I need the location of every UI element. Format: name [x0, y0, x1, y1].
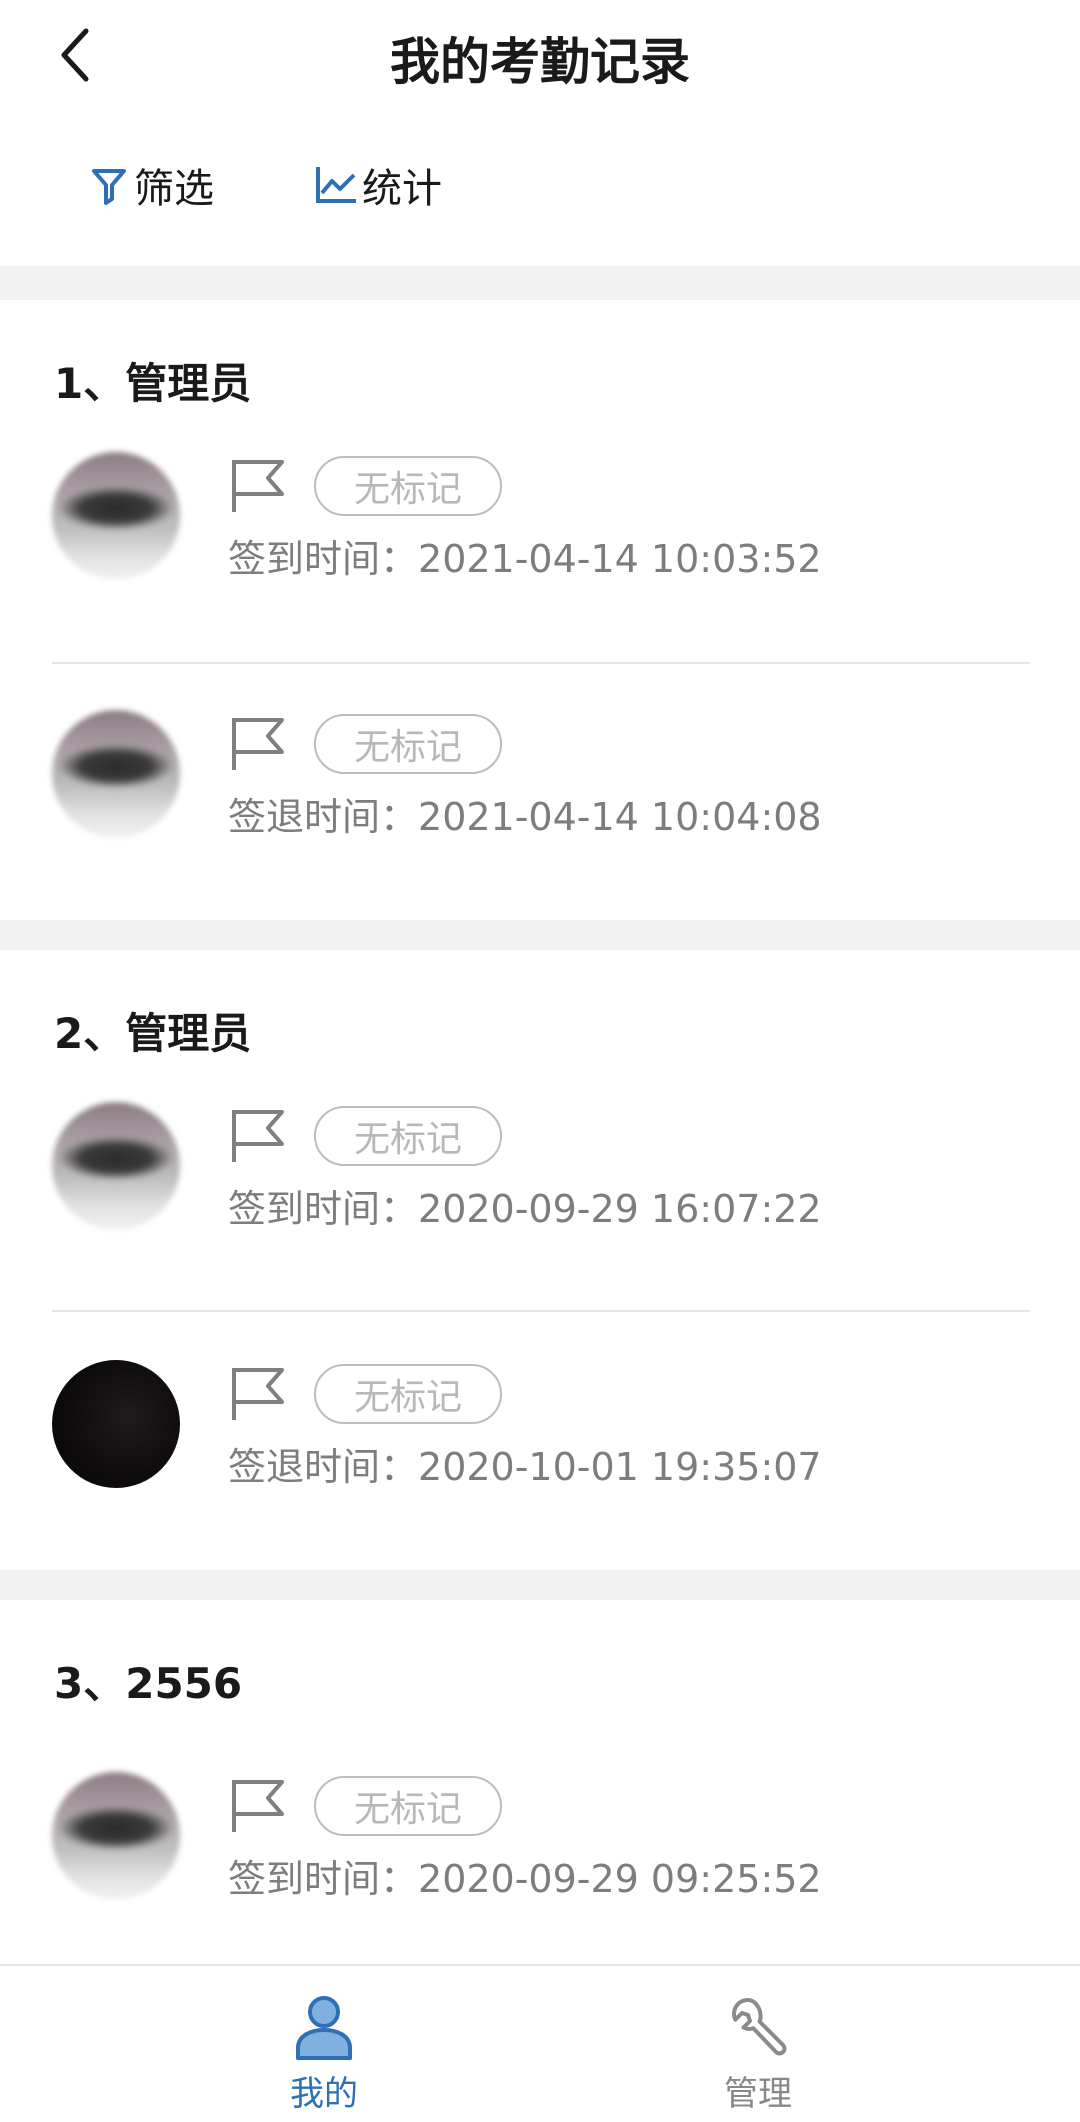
attendance-record[interactable]: 无标记 签退时间：2020-10-01 19:35:07	[0, 1360, 1080, 1560]
time-value: 2020-10-01 19:35:07	[418, 1445, 822, 1489]
flag-icon	[232, 1368, 284, 1420]
attendance-group: 1、管理员 无标记 签到时间：2021-04-14 10:03:52 无标记 签…	[0, 300, 1080, 920]
attendance-record[interactable]: 无标记 签到时间：2020-09-29 09:25:52	[0, 1772, 1080, 1972]
flag-icon	[232, 1780, 284, 1832]
app-header: 我的考勤记录	[0, 0, 1080, 120]
group-title: 1、管理员	[54, 359, 252, 408]
attendance-record[interactable]: 无标记 签退时间：2021-04-14 10:04:08	[0, 710, 1080, 910]
mark-tag: 无标记	[314, 1106, 502, 1166]
divider	[52, 662, 1030, 664]
time-value: 2020-09-29 16:07:22	[418, 1187, 822, 1231]
group-title: 3、2556	[54, 1659, 243, 1708]
mark-tag: 无标记	[314, 1776, 502, 1836]
filter-icon	[92, 169, 126, 205]
attendance-group: 3、2556 无标记 签到时间：2020-09-29 09:25:52	[0, 1600, 1080, 1964]
avatar	[52, 710, 180, 838]
record-time: 签到时间：2021-04-14 10:03:52	[228, 528, 822, 583]
attendance-record[interactable]: 无标记 签到时间：2021-04-14 10:03:52	[0, 452, 1080, 652]
flag-icon	[232, 460, 284, 512]
divider	[52, 1310, 1030, 1312]
time-value: 2021-04-14 10:03:52	[418, 537, 822, 581]
mark-tag: 无标记	[314, 714, 502, 774]
wrench-icon	[732, 1998, 787, 2056]
stats-button[interactable]: 统计	[314, 140, 442, 230]
time-value: 2020-09-29 09:25:52	[418, 1857, 822, 1901]
group-title: 2、管理员	[54, 1009, 252, 1058]
attendance-group: 2、管理员 无标记 签到时间：2020-09-29 16:07:22 无标记 签…	[0, 950, 1080, 1570]
filter-button[interactable]: 筛选	[88, 140, 214, 230]
time-label: 签到时间：	[228, 1857, 419, 1901]
time-label: 签退时间：	[228, 1445, 419, 1489]
mark-tag: 无标记	[314, 456, 502, 516]
page-title: 我的考勤记录	[390, 33, 690, 91]
bottom-nav: 我的 管理	[0, 1964, 1080, 2122]
time-label: 签退时间：	[228, 795, 419, 839]
time-label: 签到时间：	[228, 1187, 419, 1231]
attendance-record[interactable]: 无标记 签到时间：2020-09-29 16:07:22	[0, 1102, 1080, 1302]
time-value: 2021-04-14 10:04:08	[418, 795, 822, 839]
stats-label: 统计	[362, 166, 442, 212]
user-icon	[296, 1996, 352, 2060]
section-separator	[0, 920, 1080, 950]
nav-label-manage: 管理	[724, 2074, 792, 2114]
avatar	[52, 1102, 180, 1230]
nav-label-mine: 我的	[290, 2074, 358, 2114]
nav-tab-manage[interactable]: 管理	[658, 1966, 858, 2122]
filter-label: 筛选	[134, 166, 214, 212]
record-time: 签退时间：2020-10-01 19:35:07	[228, 1436, 822, 1491]
avatar	[52, 452, 180, 580]
time-label: 签到时间：	[228, 537, 419, 581]
record-time: 签到时间：2020-09-29 09:25:52	[228, 1848, 822, 1903]
section-separator	[0, 1570, 1080, 1600]
section-separator	[0, 266, 1080, 300]
avatar	[52, 1772, 180, 1900]
mark-tag: 无标记	[314, 1364, 502, 1424]
avatar	[52, 1360, 180, 1488]
nav-tab-mine[interactable]: 我的	[224, 1966, 424, 2122]
record-time: 签退时间：2021-04-14 10:04:08	[228, 786, 822, 841]
line-chart-icon	[316, 167, 356, 203]
flag-icon	[232, 718, 284, 770]
flag-icon	[232, 1110, 284, 1162]
record-time: 签到时间：2020-09-29 16:07:22	[228, 1178, 822, 1233]
toolbar: 筛选 统计	[0, 140, 1080, 230]
